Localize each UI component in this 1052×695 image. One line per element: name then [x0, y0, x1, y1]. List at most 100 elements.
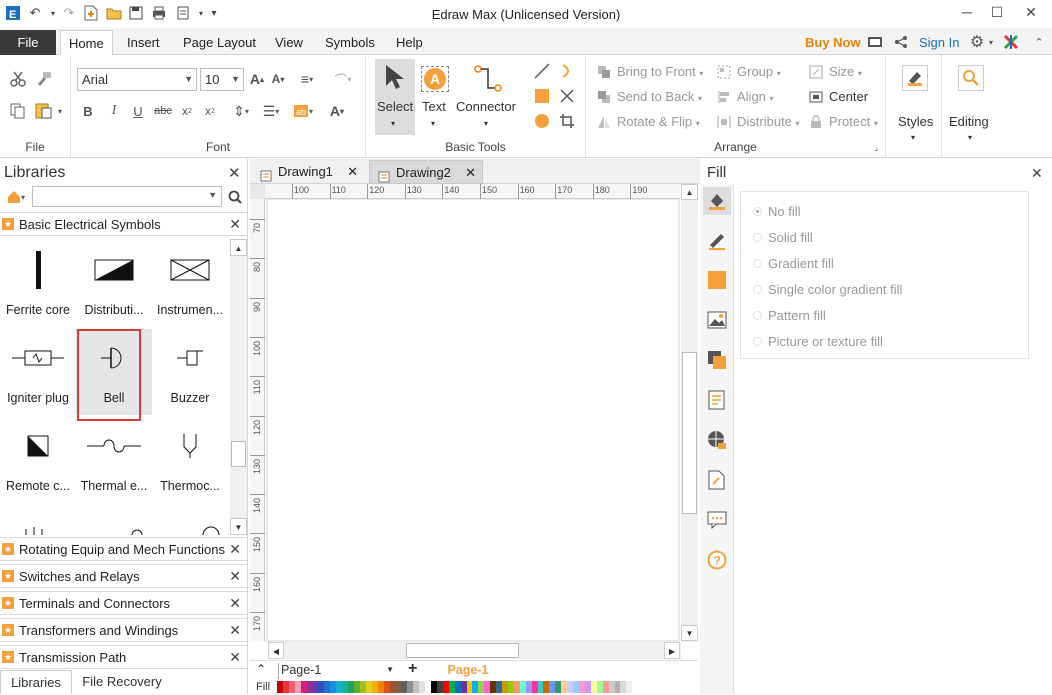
colorful-x-icon[interactable] [1002, 33, 1020, 51]
text-align-icon[interactable]: ≡ ▾ [295, 69, 319, 89]
close-icon[interactable]: ✕ [347, 160, 358, 184]
canvas-vertical-scrollbar[interactable]: ▲ ▼ [681, 184, 698, 642]
library-header-rotating-equip[interactable]: ★ Rotating Equip and Mech Functions ✕ [0, 537, 247, 561]
close-icon[interactable]: ✕ [229, 622, 241, 639]
subscript-icon[interactable]: x2 [178, 101, 196, 121]
library-scrollbar[interactable]: ▲ ▼ [230, 239, 247, 535]
symbol-buzzer[interactable]: Buzzer [152, 329, 228, 415]
bring-to-front-button[interactable]: Bring to Front ▾ [617, 64, 703, 79]
tab-view[interactable]: View [267, 30, 311, 55]
scroll-thumb[interactable] [231, 441, 246, 467]
close-icon[interactable]: ✕ [465, 161, 476, 185]
help-icon[interactable]: ? [705, 548, 729, 572]
fill-option-picture-texture[interactable]: Picture or texture fill [753, 334, 883, 349]
text-tool-button[interactable]: A Text ▾ [418, 59, 452, 135]
italic-icon[interactable]: I [105, 101, 123, 121]
image-icon[interactable] [705, 308, 729, 332]
fill-tool-icon[interactable] [703, 187, 731, 215]
tab-insert[interactable]: Insert [119, 30, 168, 55]
tab-libraries[interactable]: Libraries [0, 670, 72, 694]
bold-icon[interactable]: B [79, 101, 97, 121]
symbol-igniter-plug[interactable]: Igniter plug [0, 329, 76, 415]
layers-icon[interactable] [705, 348, 729, 372]
fill-option-pattern[interactable]: Pattern fill [753, 308, 826, 323]
fill-option-solid[interactable]: Solid fill [753, 230, 813, 245]
underline-icon[interactable]: U [129, 101, 147, 121]
paste-dropdown-icon[interactable]: ▾ [56, 105, 64, 117]
scroll-left-icon[interactable]: ◀ [268, 642, 284, 659]
copy-icon[interactable] [8, 101, 28, 121]
align-button[interactable]: Align ▾ [737, 89, 774, 104]
format-painter-icon[interactable] [34, 69, 54, 89]
arc-tool-icon[interactable] [557, 61, 577, 81]
scroll-down-icon[interactable]: ▼ [681, 625, 698, 641]
tab-file-recovery[interactable]: File Recovery [76, 670, 168, 694]
expand-pages-icon[interactable]: ⌃ [256, 662, 266, 676]
font-size-select[interactable]: 10 ▼ [200, 68, 244, 91]
gear-icon[interactable]: ⚙ [968, 33, 986, 51]
page-tab-active[interactable]: Page-1 [436, 663, 500, 679]
library-header-terminals-connectors[interactable]: ★ Terminals and Connectors ✕ [0, 591, 247, 615]
strikethrough-icon[interactable]: abc [153, 101, 173, 121]
fill-option-single-color-gradient[interactable]: Single color gradient fill [753, 282, 902, 297]
share-icon[interactable] [892, 34, 910, 50]
symbol-remote-control[interactable]: Remote c... [0, 417, 76, 503]
line-spacing-icon[interactable]: ⇕ ▾ [227, 101, 255, 121]
rectangle-tool-icon[interactable] [532, 86, 552, 106]
superscript-icon[interactable]: x2 [201, 101, 219, 121]
attachment-icon[interactable] [705, 468, 729, 492]
crop-tool-icon[interactable] [557, 111, 577, 131]
cross-tool-icon[interactable] [557, 86, 577, 106]
close-fill-panel-icon[interactable]: ✕ [1031, 165, 1043, 182]
close-icon[interactable]: ✕ [229, 568, 241, 585]
scroll-thumb[interactable] [682, 352, 697, 514]
send-to-back-button[interactable]: Send to Back ▾ [617, 89, 702, 104]
hyperlink-globe-icon[interactable] [705, 428, 729, 452]
tab-symbols[interactable]: Symbols [317, 30, 383, 55]
buy-now-link[interactable]: Buy Now [797, 30, 869, 55]
library-header-basic-electrical[interactable]: ★ Basic Electrical Symbols ✕ [0, 212, 247, 236]
page-selector[interactable]: Page-1 ▼ [278, 663, 396, 679]
font-name-select[interactable]: Arial ▼ [77, 68, 197, 91]
canvas-horizontal-scrollbar[interactable]: ◀ ▶ [268, 642, 681, 659]
scroll-right-icon[interactable]: ▶ [664, 642, 680, 659]
connector-tool-button[interactable]: Connector ▾ [454, 59, 520, 135]
distribute-button[interactable]: Distribute ▾ [737, 114, 800, 129]
tab-home[interactable]: Home [60, 30, 113, 55]
maximize-button[interactable]: ☐ [982, 2, 1012, 24]
document-properties-icon[interactable] [705, 388, 729, 412]
font-color-icon[interactable]: A ▾ [323, 101, 351, 121]
symbol-ferrite-core[interactable]: Ferrite core [0, 241, 76, 327]
fill-option-no-fill[interactable]: No fill [753, 204, 801, 219]
close-icon[interactable]: ✕ [229, 541, 241, 558]
highlight-color-icon[interactable]: ab ▾ [289, 101, 317, 121]
protect-button[interactable]: Protect ▾ [829, 114, 878, 129]
line-tool-icon[interactable] [532, 61, 552, 81]
add-page-icon[interactable]: + [408, 660, 417, 678]
scroll-up-icon[interactable]: ▲ [230, 239, 247, 256]
cart-icon[interactable] [866, 34, 884, 50]
fill-option-gradient[interactable]: Gradient fill [753, 256, 834, 271]
line-style-icon[interactable] [705, 229, 729, 253]
select-tool-button[interactable]: Select ▾ [375, 59, 415, 135]
color-swatch[interactable] [626, 681, 633, 693]
bullet-list-icon[interactable]: ☰ ▾ [257, 101, 285, 121]
close-icon[interactable]: ✕ [229, 216, 241, 233]
scroll-up-icon[interactable]: ▲ [681, 184, 698, 200]
file-menu[interactable]: File [0, 30, 56, 55]
close-icon[interactable]: ✕ [229, 649, 241, 666]
tab-page-layout[interactable]: Page Layout [175, 30, 264, 55]
doc-tab-drawing1[interactable]: Drawing1 ✕ [252, 160, 364, 184]
sign-in-link[interactable]: Sign In [911, 30, 967, 55]
comment-icon[interactable] [705, 508, 729, 532]
shrink-font-icon[interactable]: A ▾ [269, 69, 287, 89]
editing-button[interactable]: Editing ▾ [946, 59, 996, 149]
symbol-thermocouple[interactable]: Thermoc... [152, 417, 228, 503]
library-header-switches-relays[interactable]: ★ Switches and Relays ✕ [0, 564, 247, 588]
paste-icon[interactable] [34, 101, 58, 121]
close-libraries-icon[interactable]: ✕ [228, 164, 241, 182]
minimize-button[interactable]: ─ [952, 2, 982, 24]
cut-icon[interactable] [8, 69, 28, 89]
symbol-distribution[interactable]: Distributi... [76, 241, 152, 327]
center-button[interactable]: Center [829, 89, 868, 104]
